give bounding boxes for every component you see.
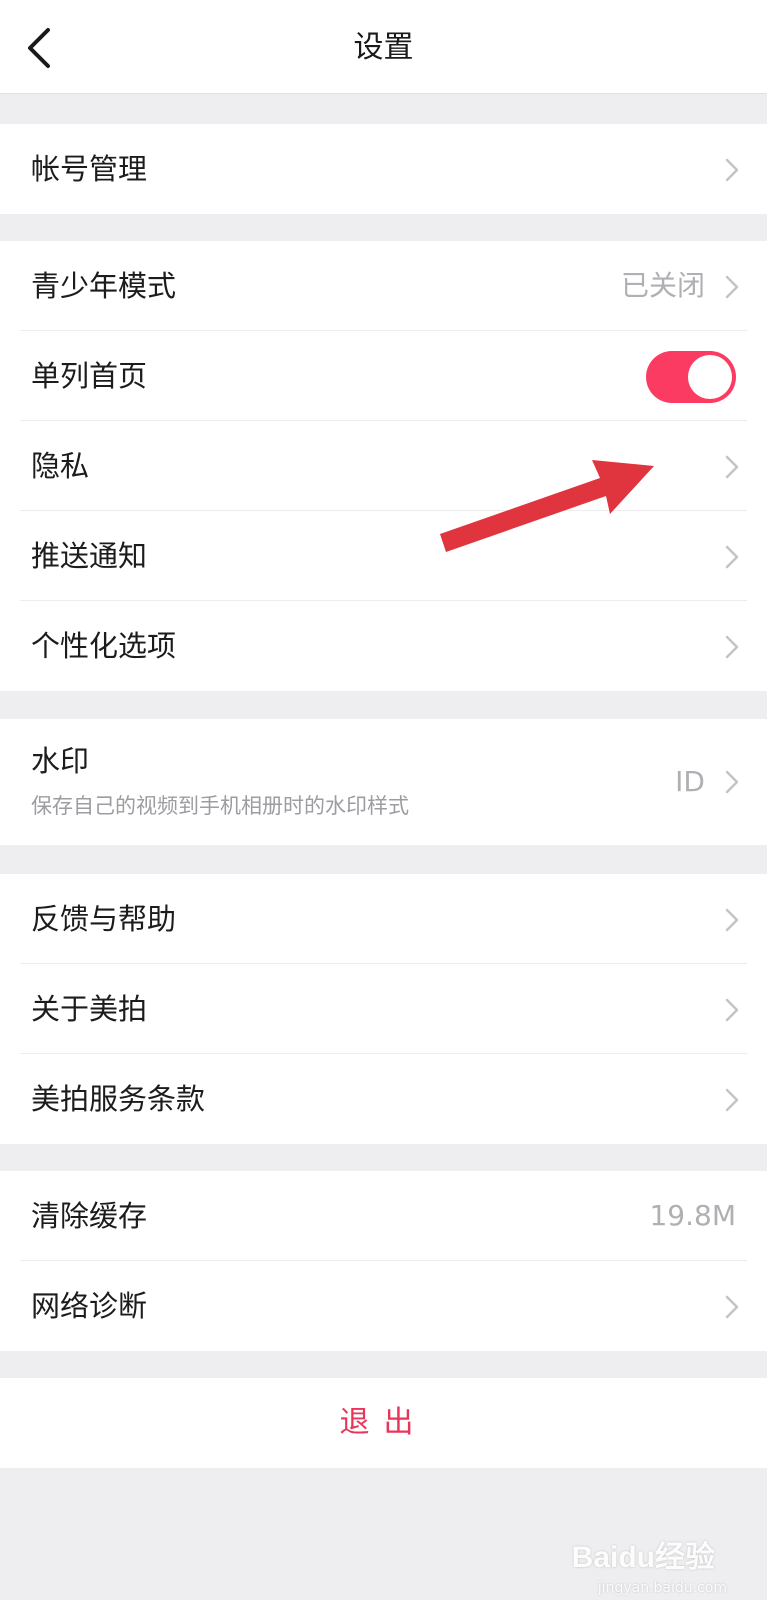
network-diagnosis-row[interactable]: 网络诊断: [0, 1261, 767, 1351]
account-management-row[interactable]: 帐号管理: [0, 124, 767, 214]
terms-of-service-row[interactable]: 美拍服务条款: [0, 1054, 767, 1144]
feedback-help-row[interactable]: 反馈与帮助: [0, 874, 767, 964]
chevron-right-icon: [725, 770, 739, 794]
watermark-label: 水印: [31, 744, 90, 778]
push-notification-row[interactable]: 推送通知: [0, 511, 767, 601]
clear-cache-row[interactable]: 清除缓存 19.8M: [0, 1171, 767, 1261]
privacy-label: 隐私: [31, 449, 90, 483]
single-column-home-label: 单列首页: [31, 359, 148, 393]
account-group: 帐号管理: [0, 124, 767, 214]
general-group: 青少年模式 已关闭 单列首页 隐私 推送通知 个性化选项: [0, 241, 767, 691]
chevron-right-icon: [725, 545, 739, 569]
single-column-home-toggle[interactable]: [646, 351, 736, 403]
watermark-group: 水印 保存自己的视频到手机相册时的水印样式 ID: [0, 719, 767, 845]
personalization-label: 个性化选项: [31, 629, 177, 663]
chevron-right-icon: [725, 635, 739, 659]
chevron-right-icon: [725, 908, 739, 932]
chevron-right-icon: [725, 1088, 739, 1112]
single-column-home-row: 单列首页: [0, 331, 767, 421]
network-diagnosis-label: 网络诊断: [31, 1289, 148, 1323]
clear-cache-label: 清除缓存: [31, 1199, 148, 1233]
chevron-right-icon: [725, 455, 739, 479]
teen-mode-status: 已关闭: [620, 269, 705, 302]
watermark-row[interactable]: 水印 保存自己的视频到手机相册时的水印样式 ID: [0, 719, 767, 845]
logout-button[interactable]: 退出: [0, 1378, 767, 1468]
push-notification-label: 推送通知: [31, 539, 148, 573]
privacy-row[interactable]: 隐私: [0, 421, 767, 511]
baidu-jingyan-url: jingyan.baidu.com: [597, 1580, 727, 1596]
watermark-description: 保存自己的视频到手机相册时的水印样式: [31, 794, 409, 818]
cache-size: 19.8M: [649, 1199, 736, 1232]
account-management-label: 帐号管理: [31, 152, 148, 186]
chevron-right-icon: [725, 1295, 739, 1319]
chevron-right-icon: [725, 998, 739, 1022]
help-group: 反馈与帮助 关于美拍 美拍服务条款: [0, 874, 767, 1144]
baidu-jingyan-logo: Baidu经验: [571, 1541, 715, 1574]
feedback-help-label: 反馈与帮助: [31, 902, 177, 936]
about-label: 关于美拍: [31, 992, 148, 1026]
watermark-style-value: ID: [675, 765, 705, 798]
page-title: 设置: [353, 30, 414, 65]
teen-mode-label: 青少年模式: [31, 269, 177, 303]
toggle-knob: [688, 355, 732, 399]
storage-group: 清除缓存 19.8M 网络诊断: [0, 1171, 767, 1351]
chevron-right-icon: [725, 158, 739, 182]
nav-bar: 设置: [0, 0, 767, 94]
chevron-right-icon: [725, 275, 739, 299]
teen-mode-row[interactable]: 青少年模式 已关闭: [0, 241, 767, 331]
about-row[interactable]: 关于美拍: [0, 964, 767, 1054]
personalization-row[interactable]: 个性化选项: [0, 601, 767, 691]
terms-of-service-label: 美拍服务条款: [31, 1082, 206, 1116]
